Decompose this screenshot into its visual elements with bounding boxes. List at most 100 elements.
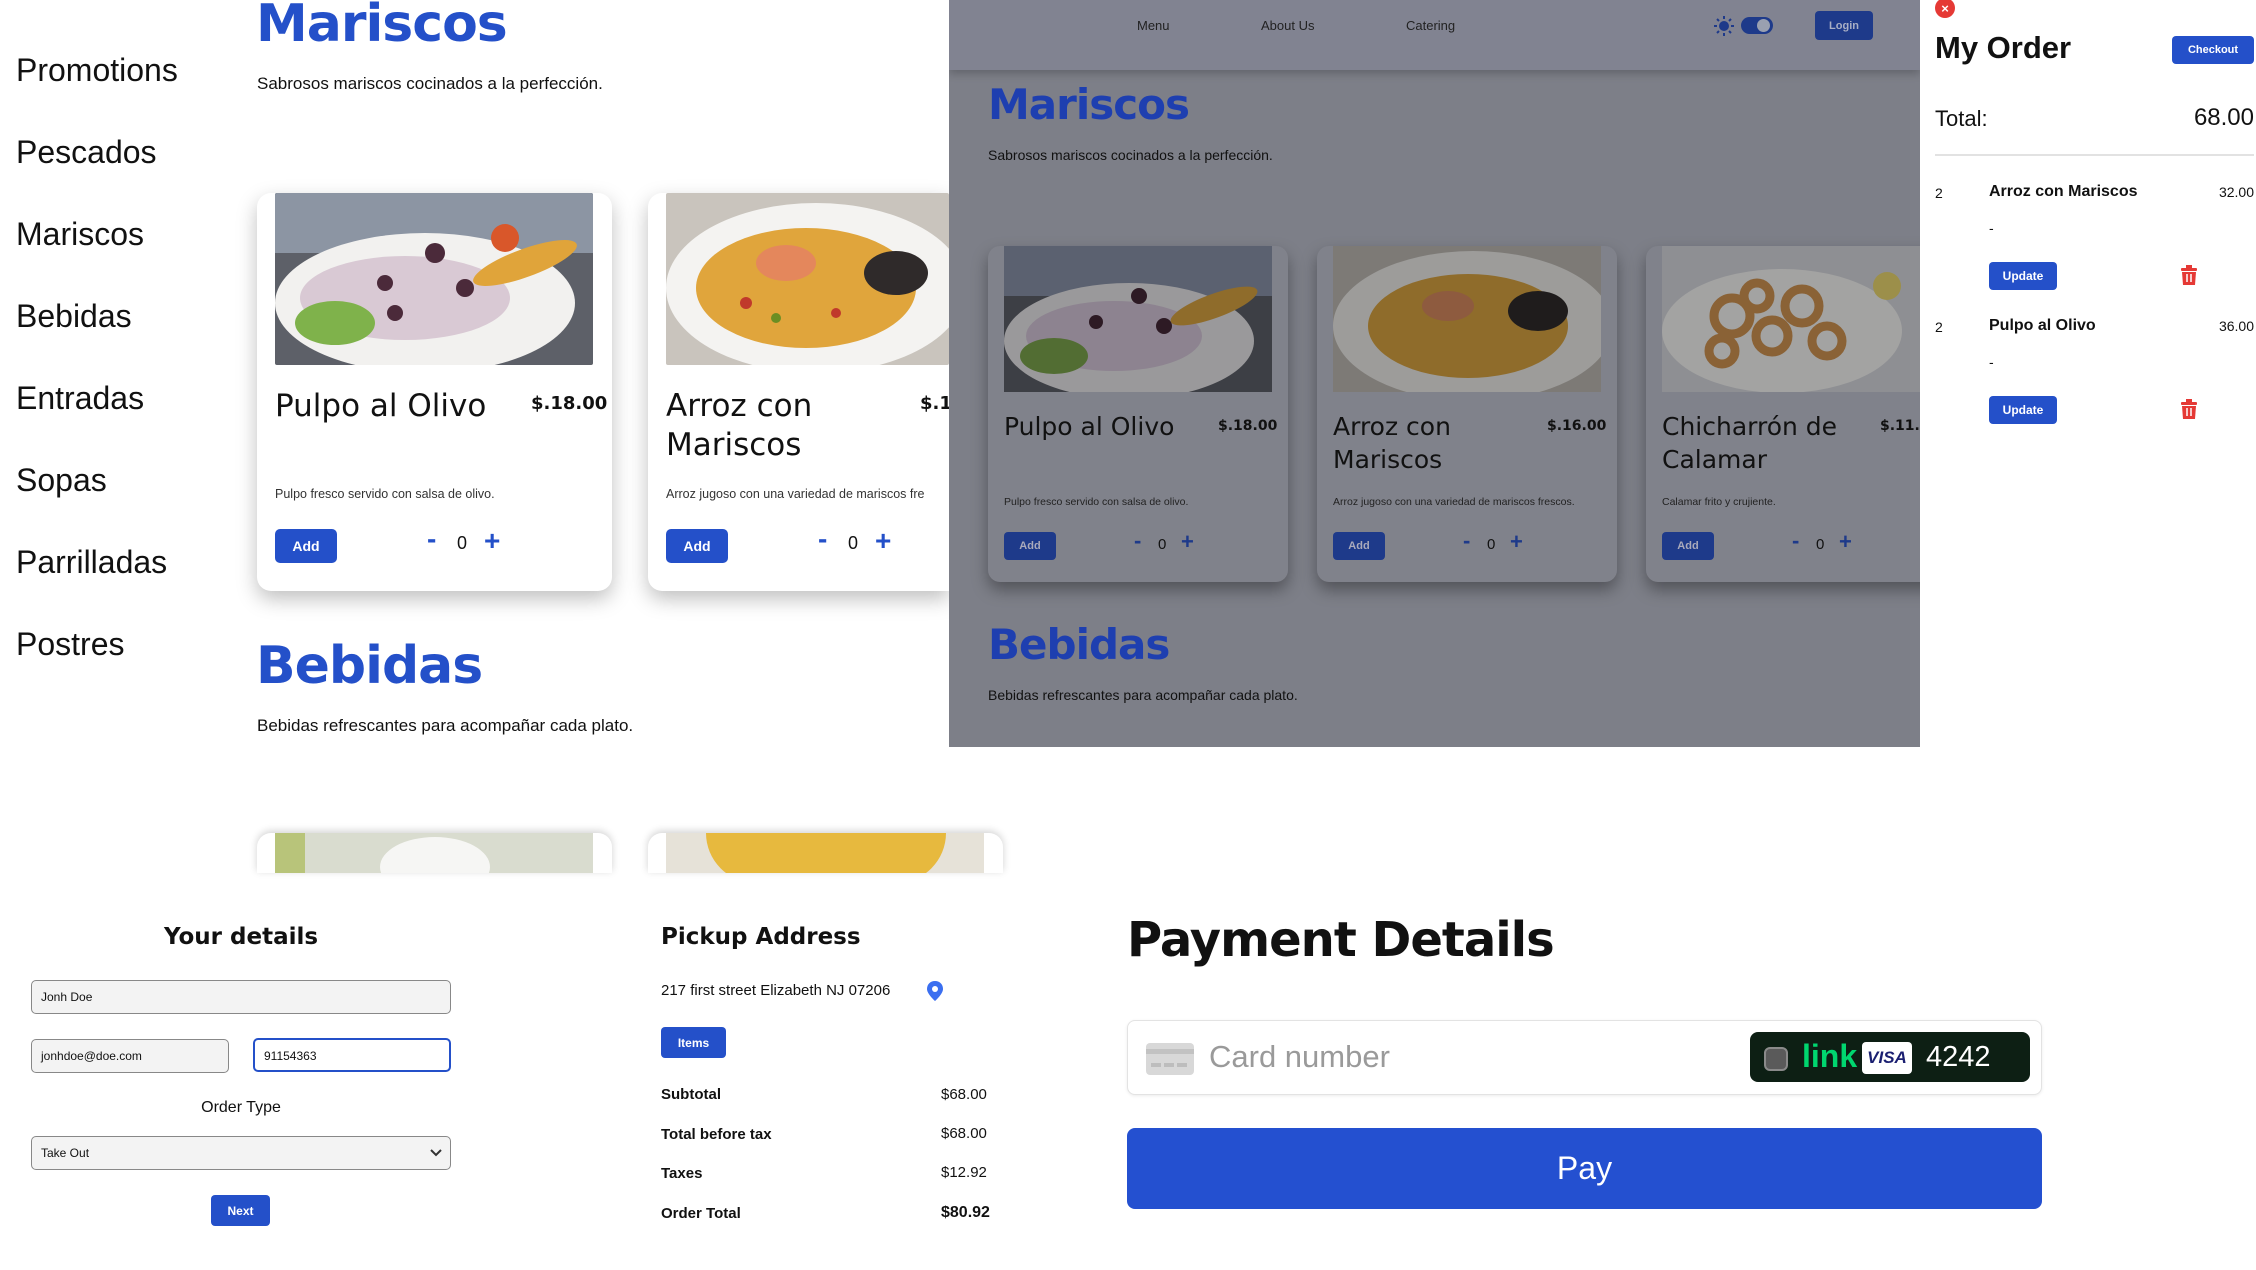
close-icon[interactable]: × (1935, 0, 1955, 18)
pickup-title: Pickup Address (661, 924, 861, 950)
card-last4: 4242 (1926, 1041, 1991, 1073)
section-title: Mariscos (256, 0, 508, 54)
add-button[interactable]: Add (1333, 532, 1385, 560)
update-button[interactable]: Update (1989, 262, 2057, 290)
bebidas-subtitle: Bebidas refrescantes para acompañar cada… (988, 687, 1298, 703)
pulpo-photo (1004, 246, 1272, 392)
increment-button[interactable]: + (875, 525, 891, 557)
total-before-tax-label: Total before tax (661, 1126, 772, 1143)
order-item-qty: 2 (1935, 319, 1943, 335)
increment-button[interactable]: + (1839, 529, 1852, 555)
order-item-price: 36.00 (2218, 318, 2254, 334)
map-pin-icon[interactable] (925, 980, 945, 1007)
decrement-button[interactable]: - (427, 523, 436, 555)
taxes-value: $12.92 (941, 1164, 987, 1181)
drink-photo (666, 833, 984, 873)
quantity-value: 0 (457, 533, 468, 553)
order-item-name: Pulpo al Olivo (1989, 317, 2096, 334)
dish-price: $.18.00 (1218, 418, 1278, 434)
add-button[interactable]: Add (1004, 532, 1056, 560)
sidebar-item-bebidas[interactable]: Bebidas (16, 298, 132, 335)
divider (1935, 154, 2254, 156)
nav-catering-link[interactable]: Catering (1406, 18, 1455, 33)
menu-card: Pulpo al Olivo $.18.00 Pulpo fresco serv… (257, 193, 612, 591)
items-button[interactable]: Items (661, 1027, 726, 1058)
sidebar-item-parrilladas[interactable]: Parrilladas (16, 544, 167, 581)
subtotal-label: Subtotal (661, 1086, 721, 1103)
dish-name: Chicharrón de Calamar (1662, 412, 1838, 474)
credit-card-icon (1146, 1043, 1194, 1080)
subtotal-value: $68.00 (941, 1086, 987, 1103)
sun-icon (1713, 15, 1735, 42)
quantity-value: 0 (1158, 536, 1167, 553)
link-autofill-badge[interactable]: link VISA 4242 (1750, 1032, 2030, 1082)
increment-button[interactable]: + (1181, 529, 1194, 555)
section-subtitle: Sabrosos mariscos cocinados a la perfecc… (988, 147, 1273, 163)
link-logo: link (1802, 1038, 1858, 1074)
total-value: 68.00 (2193, 104, 2254, 131)
increment-button[interactable]: + (1510, 529, 1523, 555)
pulpo-photo (275, 193, 593, 365)
login-button[interactable]: Login (1815, 11, 1873, 40)
checkbox-icon[interactable] (1764, 1047, 1788, 1071)
email-field[interactable]: jonhdoe@doe.com (31, 1039, 229, 1073)
sidebar-item-pescados[interactable]: Pescados (16, 134, 157, 171)
order-total-value: $80.92 (941, 1204, 990, 1221)
quantity-value: 0 (1816, 536, 1825, 553)
add-button[interactable]: Add (275, 529, 337, 563)
next-button[interactable]: Next (211, 1195, 270, 1226)
sidebar-item-mariscos[interactable]: Mariscos (16, 216, 144, 253)
menu-card-partial (257, 833, 612, 873)
decrement-button[interactable]: - (818, 523, 827, 555)
order-type-value: Take Out (41, 1146, 90, 1160)
nav-about-link[interactable]: About Us (1261, 18, 1314, 33)
menu-card: Pulpo al Olivo $.18.00 Pulpo fresco serv… (988, 246, 1288, 582)
decrement-button[interactable]: - (1792, 528, 1799, 554)
order-title: My Order (1935, 30, 2072, 65)
pay-button[interactable]: Pay (1127, 1128, 2042, 1209)
order-item-name: Arroz con Mariscos (1989, 183, 2138, 200)
name-field[interactable]: Jonh Doe (31, 980, 451, 1014)
order-type-label: Order Type (201, 1099, 281, 1116)
sidebar-item-entradas[interactable]: Entradas (16, 380, 144, 417)
trash-icon[interactable] (2180, 399, 2198, 419)
section-title: Mariscos (988, 80, 1190, 129)
order-item-price: 32.00 (2218, 184, 2254, 200)
total-before-tax-value: $68.00 (941, 1125, 987, 1142)
phone-field[interactable]: 91154363 (253, 1038, 451, 1072)
update-button[interactable]: Update (1989, 396, 2057, 424)
order-item-note: - (1989, 354, 1994, 370)
calamar-photo (1662, 246, 1920, 392)
sidebar-item-sopas[interactable]: Sopas (16, 462, 107, 499)
decrement-button[interactable]: - (1463, 528, 1470, 554)
card-number-field[interactable]: Card number link VISA 4242 (1127, 1020, 2042, 1095)
dimmed-menu-screen: Menu About Us Catering Login Mariscos Sa… (949, 0, 1920, 747)
top-navbar: Menu About Us Catering Login (949, 0, 1920, 70)
bebidas-title: Bebidas (256, 636, 483, 696)
quantity-value: 0 (848, 533, 859, 553)
chevron-down-icon (430, 1146, 442, 1160)
theme-toggle[interactable] (1741, 17, 1773, 34)
dish-price: $.16.00 (1547, 418, 1607, 434)
dish-price: $.16 (920, 393, 949, 414)
order-item-qty: 2 (1935, 185, 1943, 201)
order-type-select[interactable]: Take Out (31, 1136, 451, 1170)
bebidas-subtitle: Bebidas refrescantes para acompañar cada… (257, 716, 634, 735)
nav-menu-link[interactable]: Menu (1137, 18, 1170, 33)
dish-price: $.18.00 (531, 393, 608, 414)
decrement-button[interactable]: - (1134, 528, 1141, 554)
order-total-label: Order Total (661, 1205, 741, 1222)
dish-description: Pulpo fresco servido con salsa de olivo. (1004, 496, 1189, 508)
dish-name: Pulpo al Olivo (275, 388, 487, 424)
sidebar-item-postres[interactable]: Postres (16, 626, 124, 663)
visa-logo: VISA (1862, 1042, 1912, 1074)
drink-photo (275, 833, 593, 873)
dish-description: Arroz jugoso con una variedad de marisco… (666, 487, 925, 501)
increment-button[interactable]: + (484, 525, 500, 557)
sidebar-item-promotions[interactable]: Promotions (16, 52, 178, 89)
add-button[interactable]: Add (1662, 532, 1714, 560)
trash-icon[interactable] (2180, 265, 2198, 285)
menu-card: Arroz conMariscos $.16 Arroz jugoso con … (648, 193, 949, 591)
checkout-button[interactable]: Checkout (2172, 36, 2254, 64)
add-button[interactable]: Add (666, 529, 728, 563)
